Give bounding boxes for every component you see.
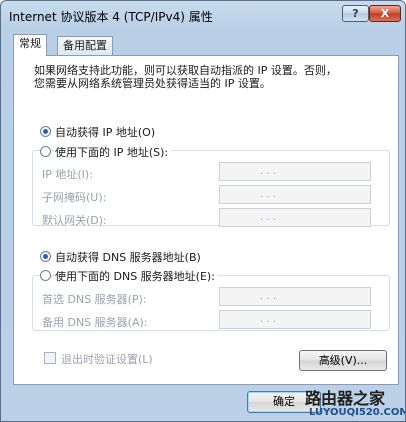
ip-manual-radio[interactable] bbox=[40, 146, 51, 157]
ip-auto-radio[interactable] bbox=[40, 126, 51, 137]
alternate-dns-value: . . . bbox=[260, 314, 276, 325]
dns-auto-label[interactable]: 自动获得 DNS 服务器地址(B) bbox=[55, 249, 201, 265]
validate-settings-label[interactable]: 退出时验证设置(L) bbox=[61, 351, 153, 367]
site-watermark: 路由器之家 LUYOUQI520.COM bbox=[301, 383, 405, 421]
ip-address-value: . . . bbox=[260, 166, 276, 177]
dialog-window: Internet 协议版本 4 (TCP/IPv4) 属性 ? X 常规 备用配… bbox=[0, 0, 406, 422]
description-text: 如果网络支持此功能，则可以获取自动指派的 IP 设置。否则， 您需要从网络系统管… bbox=[34, 64, 337, 90]
dns-auto-radio[interactable] bbox=[40, 251, 51, 262]
preferred-dns-label: 首选 DNS 服务器(P): bbox=[42, 293, 147, 306]
dns-manual-label[interactable]: 使用下面的 DNS 服务器地址(E): bbox=[55, 268, 218, 284]
title-bar[interactable]: Internet 协议版本 4 (TCP/IPv4) 属性 ? X bbox=[1, 1, 405, 31]
tab-general[interactable]: 常规 bbox=[13, 34, 47, 56]
general-tab-panel: 如果网络支持此功能，则可以获取自动指派的 IP 设置。否则， 您需要从网络系统管… bbox=[13, 55, 399, 385]
validate-settings-checkbox[interactable] bbox=[44, 352, 56, 364]
ip-address-field[interactable]: . . . bbox=[219, 162, 371, 181]
description-line-2: 您需要从网络系统管理员处获得适当的 IP 设置。 bbox=[34, 77, 271, 90]
dns-manual-radio[interactable] bbox=[40, 270, 51, 281]
preferred-dns-value: . . . bbox=[260, 291, 276, 302]
watermark-title: 路由器之家 bbox=[305, 389, 386, 408]
tab-alternate-config[interactable]: 备用配置 bbox=[57, 36, 113, 55]
advanced-button[interactable]: 高级(V)... bbox=[299, 350, 387, 371]
default-gateway-field[interactable]: . . . bbox=[219, 208, 371, 227]
window-title: Internet 协议版本 4 (TCP/IPv4) 属性 bbox=[9, 10, 213, 24]
preferred-dns-field[interactable]: . . . bbox=[219, 287, 371, 306]
help-button[interactable]: ? bbox=[342, 5, 369, 22]
subnet-mask-label: 子网掩码(U): bbox=[42, 191, 107, 204]
alternate-dns-label: 备用 DNS 服务器(A): bbox=[42, 316, 148, 329]
close-button[interactable]: X bbox=[369, 5, 401, 22]
default-gateway-label: 默认网关(D): bbox=[42, 214, 107, 227]
subnet-mask-field[interactable]: . . . bbox=[219, 185, 371, 204]
ip-address-label: IP 地址(I): bbox=[42, 168, 93, 181]
watermark-url: LUYOUQI520.COM bbox=[309, 407, 406, 418]
alternate-dns-field[interactable]: . . . bbox=[219, 310, 371, 329]
subnet-mask-value: . . . bbox=[260, 189, 276, 200]
ip-auto-label[interactable]: 自动获得 IP 地址(O) bbox=[55, 124, 155, 140]
default-gateway-value: . . . bbox=[260, 212, 276, 223]
description-line-1: 如果网络支持此功能，则可以获取自动指派的 IP 设置。否则， bbox=[34, 64, 337, 77]
ip-manual-label[interactable]: 使用下面的 IP 地址(S): bbox=[55, 144, 172, 160]
